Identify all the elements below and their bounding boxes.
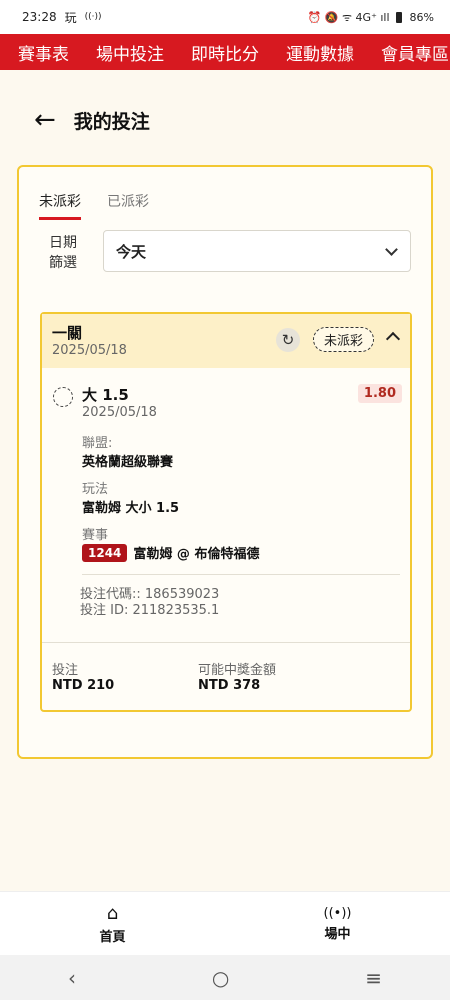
date-filter-value: 今天 bbox=[116, 242, 147, 261]
system-recents-icon[interactable]: ≡ bbox=[365, 966, 382, 990]
event-label: 賽事 bbox=[82, 528, 109, 543]
date-filter-select[interactable]: 今天 bbox=[103, 230, 411, 272]
odds-badge: 1.80 bbox=[357, 384, 402, 403]
selection-row: 大 1.5 2025/05/18 1.80 bbox=[42, 368, 410, 420]
status-time: 23:28 bbox=[22, 10, 57, 24]
top-nav-item[interactable]: 即時比分 bbox=[191, 40, 259, 65]
chevron-down-icon bbox=[385, 242, 398, 256]
top-nav-item[interactable]: 場中投注 bbox=[96, 40, 164, 65]
system-home-icon[interactable]: ○ bbox=[212, 966, 229, 990]
bottom-nav: ⌂ 首頁 ((•)) 場中 bbox=[0, 891, 450, 955]
bet-summary: 投注 NTD 210 可能中獎金額 NTD 378 bbox=[42, 642, 410, 710]
bet-tabs: 未派彩 已派彩 bbox=[39, 191, 149, 220]
nav-live-label: 場中 bbox=[324, 926, 351, 942]
bet-id: 投注 ID: 211823535.1 bbox=[80, 603, 220, 618]
back-arrow-icon[interactable]: ← bbox=[34, 105, 56, 135]
stake-value: NTD 210 bbox=[52, 678, 115, 693]
signal-icon: ((·)) bbox=[84, 12, 102, 22]
top-nav-item[interactable]: 賽事表 bbox=[18, 40, 69, 65]
selection-details: 聯盟: 英格蘭超級聯賽 玩法 富勒姆 大小 1.5 賽事 1244 富勒姆 @ … bbox=[42, 432, 410, 562]
date-filter-label: 日期 篩選 bbox=[49, 235, 77, 271]
nav-live[interactable]: ((•)) 場中 bbox=[225, 892, 450, 955]
system-back-icon[interactable]: ‹ bbox=[68, 966, 76, 990]
payout-value: NTD 378 bbox=[198, 678, 261, 693]
nav-home[interactable]: ⌂ 首頁 bbox=[0, 892, 225, 955]
match-name: 富勒姆 @ 布倫特福德 bbox=[133, 547, 260, 562]
event-row: 1244 富勒姆 @ 布倫特福德 bbox=[82, 543, 410, 562]
tab-unsettled[interactable]: 未派彩 bbox=[39, 191, 81, 220]
home-icon: ⌂ bbox=[106, 902, 119, 924]
battery-level: 86% bbox=[409, 10, 434, 24]
selection-date: 2025/05/18 bbox=[82, 405, 157, 420]
market-label: 玩法 bbox=[82, 482, 109, 497]
stake-label: 投注 bbox=[52, 663, 79, 678]
status-bar: 23:28 玩 ((·)) ⏰ 🔕 ᯤ 4G⁺ ıll 86% bbox=[0, 0, 450, 34]
bets-panel: 未派彩 已派彩 日期 篩選 今天 一關 2025/05/18 ↻ 未派彩 大 1… bbox=[17, 165, 433, 759]
top-nav-item[interactable]: 會員專區 bbox=[381, 40, 449, 65]
nav-home-label: 首頁 bbox=[99, 929, 126, 945]
top-nav-item[interactable]: 運動數據 bbox=[286, 40, 354, 65]
page-header: ← 我的投注 bbox=[0, 70, 450, 170]
page-title: 我的投注 bbox=[73, 110, 150, 133]
refresh-icon[interactable]: ↻ bbox=[276, 328, 300, 352]
bet-codes: 投注代碼:: 186539023 投注 ID: 211823535.1 bbox=[42, 575, 410, 619]
bet-card-header[interactable]: 一關 2025/05/18 ↻ 未派彩 bbox=[42, 314, 410, 368]
battery-icon bbox=[395, 11, 402, 23]
tab-settled[interactable]: 已派彩 bbox=[107, 191, 149, 220]
status-badge: 未派彩 bbox=[312, 327, 374, 352]
league-value: 英格蘭超級聯賽 bbox=[82, 455, 174, 470]
system-nav-bar: ‹ ○ ≡ bbox=[0, 955, 450, 1000]
market-value: 富勒姆 大小 1.5 bbox=[82, 501, 180, 516]
carrier-icon: 玩 bbox=[64, 10, 77, 25]
selection-name: 大 1.5 bbox=[82, 386, 129, 404]
bet-code: 投注代碼:: 186539023 bbox=[80, 587, 220, 602]
selection-radio[interactable] bbox=[53, 387, 73, 407]
bet-card: 一關 2025/05/18 ↻ 未派彩 大 1.5 2025/05/18 1.8… bbox=[40, 312, 412, 712]
payout-label: 可能中獎金額 bbox=[198, 663, 277, 678]
live-broadcast-icon: ((•)) bbox=[323, 905, 352, 921]
top-nav: 賽事表 場中投注 即時比分 運動數據 會員專區 bbox=[0, 34, 450, 70]
match-number-badge: 1244 bbox=[82, 543, 128, 562]
status-icons: ⏰ 🔕 ᯤ 4G⁺ ıll bbox=[307, 10, 390, 24]
league-label: 聯盟: bbox=[82, 436, 113, 451]
